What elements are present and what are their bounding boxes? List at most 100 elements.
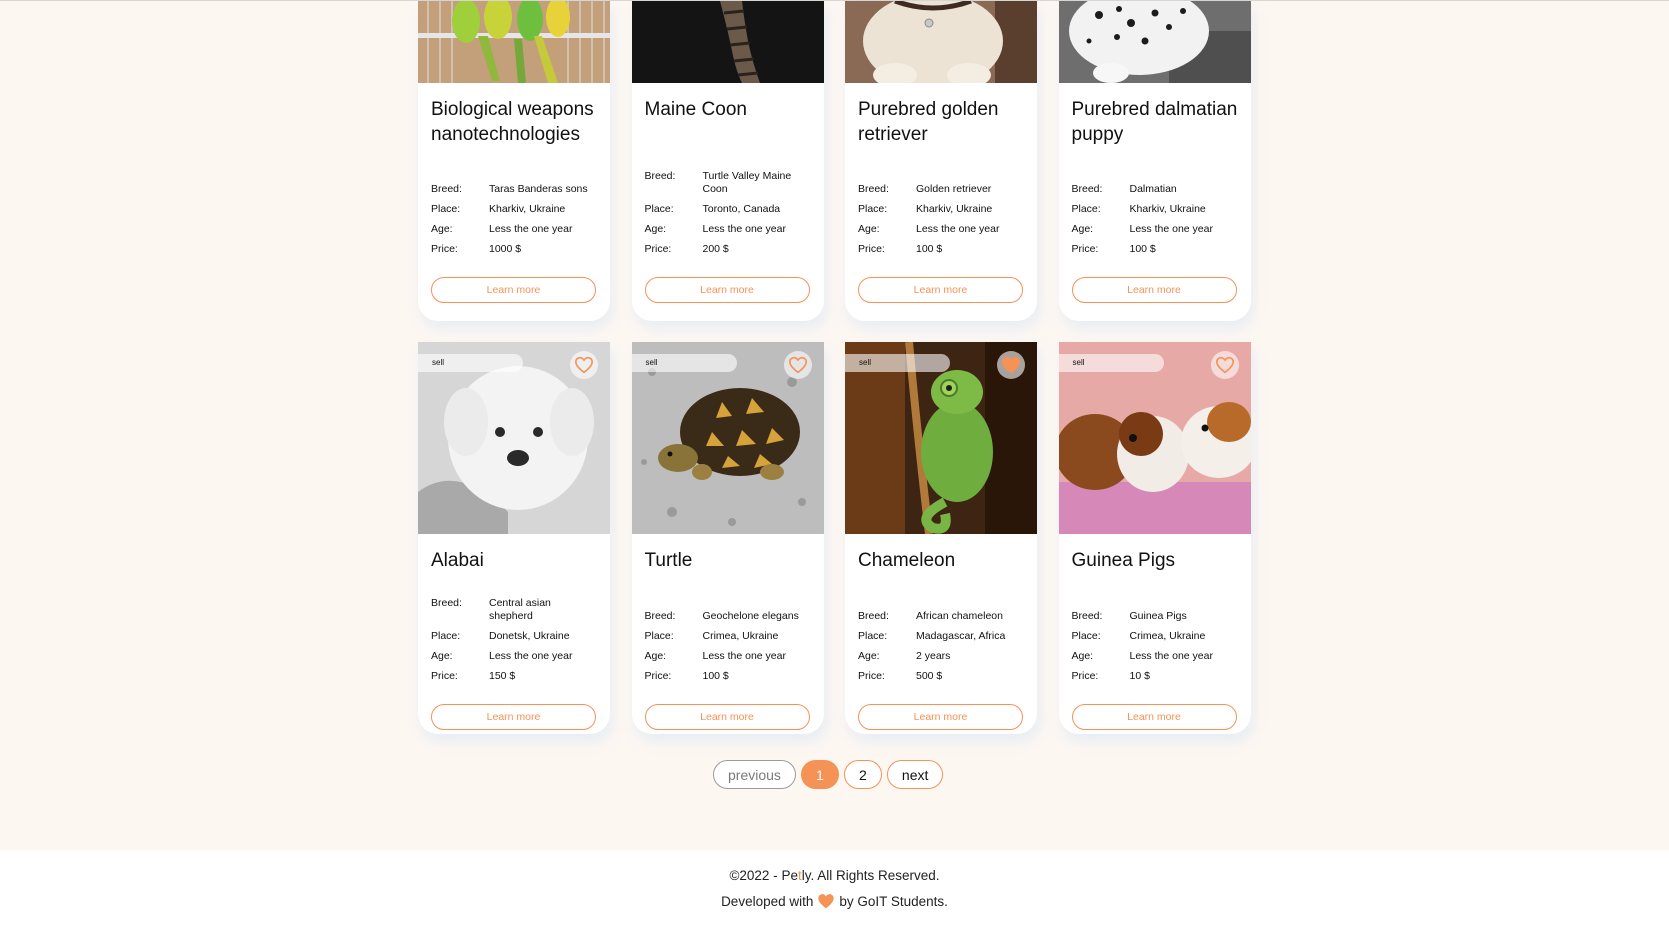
category-badge: sell <box>631 354 737 372</box>
place-label: Place: <box>644 630 674 642</box>
notice-card: Purebred golden retriever Breed: Golden r… <box>845 1 1037 321</box>
learn-more-button[interactable]: Learn more <box>1071 277 1237 303</box>
breed-value: African chameleon <box>916 610 1003 622</box>
price-label: Price: <box>644 243 672 255</box>
learn-more-button[interactable]: Learn more <box>1071 704 1237 730</box>
notice-card: Maine Coon Breed: Turtle Valley Maine Coo… <box>631 1 824 321</box>
card-title: Guinea Pigs <box>1071 550 1176 571</box>
brand-name: Petly <box>781 868 811 883</box>
favorite-button[interactable] <box>570 351 598 379</box>
pagination: previous 1 2 next <box>713 760 944 789</box>
age-value: 2 years <box>916 650 951 662</box>
place-value: Crimea, Ukraine <box>1129 630 1206 642</box>
favorite-button[interactable] <box>997 351 1025 379</box>
breed-value: Golden retriever <box>916 183 992 195</box>
pet-info-list: Breed: Guinea Pigs Place: Crimea, Ukraine … <box>1072 610 1238 690</box>
age-label: Age: <box>858 650 880 662</box>
notice-card: sell Alabai Breed: Central asian shepherd… <box>418 342 610 734</box>
favorite-button[interactable] <box>1210 351 1239 379</box>
price-value: 100 $ <box>916 243 943 255</box>
learn-more-button[interactable]: Learn more <box>644 704 810 730</box>
price-value: 100 $ <box>1129 243 1156 255</box>
pet-info-list: Breed: Taras Banderas sons Place: Kharkiv,… <box>431 183 597 263</box>
price-value: 10 $ <box>1129 670 1150 682</box>
pet-image: sell <box>418 342 610 534</box>
price-value: 200 $ <box>702 243 729 255</box>
place-value: Toronto, Canada <box>702 203 781 215</box>
category-badge: sell <box>418 354 523 372</box>
breed-label: Breed: <box>858 610 889 622</box>
age-value: Less the one year <box>489 650 573 662</box>
learn-more-button[interactable]: Learn more <box>644 277 810 303</box>
notice-card: Purebred dalmatian puppy Breed: Dalmatian… <box>1058 1 1251 321</box>
price-value: 150 $ <box>489 670 516 682</box>
age-label: Age: <box>431 650 453 662</box>
place-label: Place: <box>431 203 461 215</box>
place-value: Madagascar, Africa <box>916 630 1006 642</box>
next-page-button[interactable]: next <box>886 760 944 789</box>
pet-info-list: Breed: Central asian shepherd Place: Donet… <box>431 597 597 690</box>
pet-info-list: Breed: Turtle Valley Maine Coon Place: Tor… <box>645 170 811 263</box>
pet-info-list: Breed: Geochelone elegans Place: Crimea, U… <box>645 610 811 690</box>
card-title: Alabai <box>431 550 484 571</box>
developed-by-text: Developed with by GoIT Students. <box>721 893 948 909</box>
category-badge: sell <box>845 354 950 372</box>
breed-label: Breed: <box>644 610 676 622</box>
pet-image: sell <box>1058 342 1251 534</box>
card-title: Maine Coon <box>644 99 747 120</box>
notice-card: Biological weapons nanotechnologies Bree… <box>418 1 610 321</box>
price-label: Price: <box>1071 670 1099 682</box>
price-label: Price: <box>1071 243 1099 255</box>
learn-more-button[interactable]: Learn more <box>431 704 596 730</box>
price-label: Price: <box>858 243 885 255</box>
favorite-button[interactable] <box>783 351 812 379</box>
place-value: Kharkiv, Ukraine <box>489 203 566 215</box>
pet-image <box>1058 1 1251 83</box>
breed-value: Taras Banderas sons <box>489 183 588 195</box>
pet-info-list: Breed: African chameleon Place: Madagascar… <box>858 610 1024 690</box>
breed-value: Central asian shepherd <box>489 597 551 622</box>
heart-outline-icon <box>788 356 807 374</box>
learn-more-button[interactable]: Learn more <box>858 277 1023 303</box>
pet-image <box>418 1 610 83</box>
breed-value: Geochelone elegans <box>702 610 799 622</box>
breed-label: Breed: <box>644 170 676 182</box>
learn-more-button[interactable]: Learn more <box>858 704 1023 730</box>
learn-more-button[interactable]: Learn more <box>431 277 596 303</box>
page-2-button[interactable]: 2 <box>843 760 882 789</box>
place-value: Crimea, Ukraine <box>702 630 779 642</box>
copyright-text: ©2022 - Petly. All Rights Reserved. <box>729 868 940 883</box>
category-badge: sell <box>1058 354 1164 372</box>
heart-filled-icon <box>1001 356 1021 374</box>
heart-icon <box>818 894 835 909</box>
place-value: Kharkiv, Ukraine <box>916 203 993 215</box>
breed-value: Dalmatian <box>1129 183 1177 195</box>
price-label: Price: <box>431 243 458 255</box>
age-value: Less the one year <box>702 650 786 662</box>
notice-card: sell Chameleon Breed: African chameleon P… <box>845 342 1037 734</box>
price-value: 500 $ <box>916 670 943 682</box>
age-value: Less the one year <box>702 223 786 235</box>
age-value: Less the one year <box>1129 223 1213 235</box>
age-label: Age: <box>431 223 453 235</box>
age-label: Age: <box>858 223 880 235</box>
card-title: Biological weapons nanotechnologies <box>431 99 594 145</box>
notices-grid: Biological weapons nanotechnologies Bree… <box>418 1 1252 734</box>
age-value: Less the one year <box>916 223 1000 235</box>
goit-link[interactable]: by GoIT Students. <box>839 894 948 909</box>
age-value: Less the one year <box>489 223 573 235</box>
place-label: Place: <box>1071 203 1101 215</box>
place-label: Place: <box>644 203 674 215</box>
breed-label: Breed: <box>1071 610 1103 622</box>
pet-image: sell <box>845 342 1037 534</box>
notice-card: sell Turtle Breed: Geochelone elegans Pla… <box>631 342 824 734</box>
age-label: Age: <box>1071 223 1094 235</box>
price-label: Price: <box>858 670 885 682</box>
heart-outline-icon <box>574 356 594 374</box>
page-1-button[interactable]: 1 <box>800 760 839 789</box>
card-title: Purebred golden retriever <box>858 99 999 145</box>
breed-value: Guinea Pigs <box>1129 610 1187 622</box>
price-value: 100 $ <box>702 670 729 682</box>
previous-page-button[interactable]: previous <box>713 760 796 789</box>
pet-image <box>631 1 824 83</box>
